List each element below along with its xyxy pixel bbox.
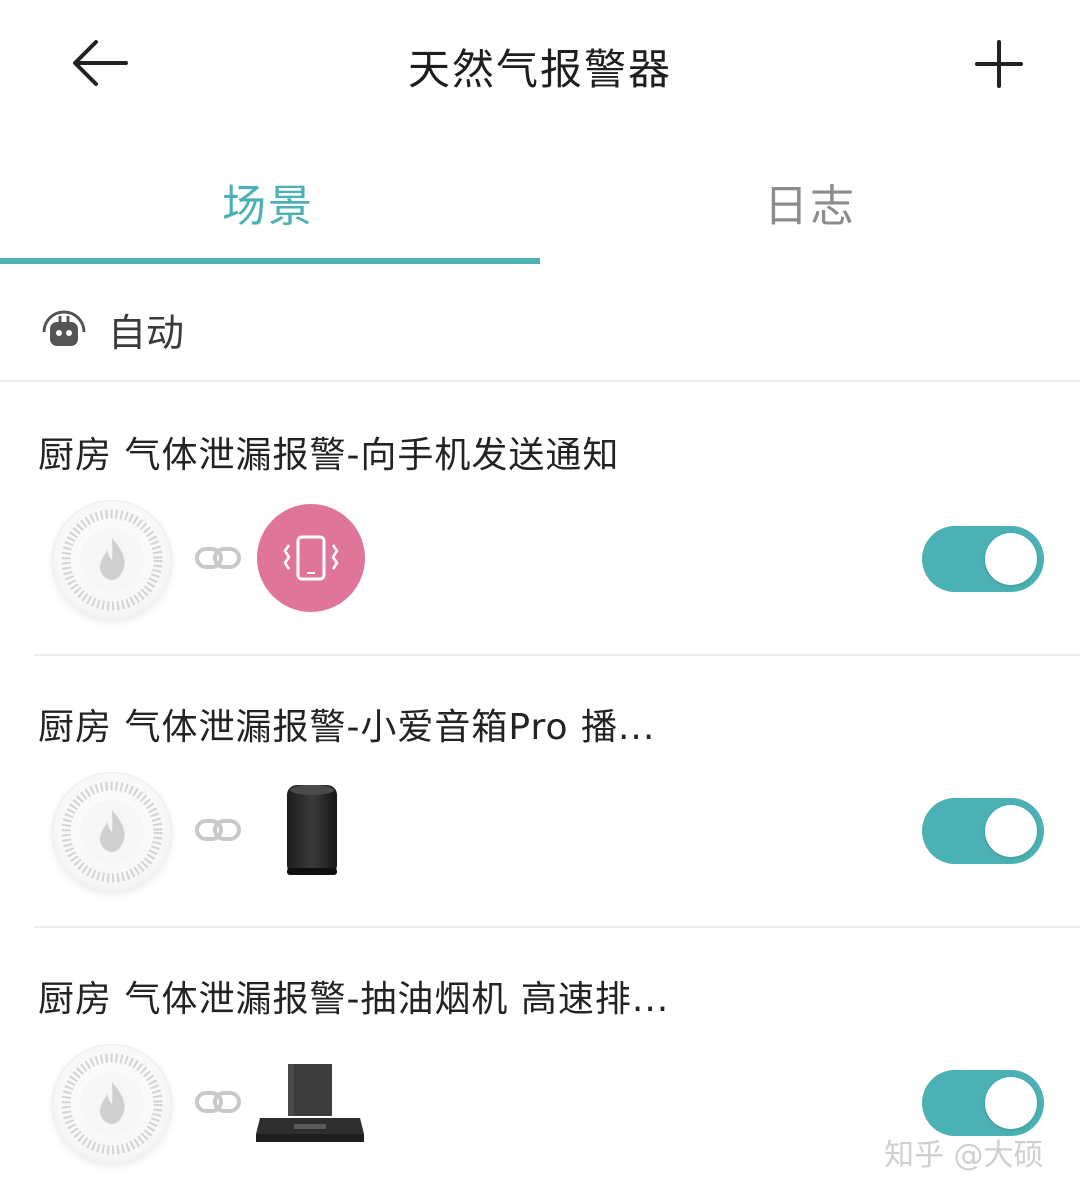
scene-divider	[34, 654, 1080, 656]
link-icon	[195, 819, 241, 841]
scene-toggle[interactable]	[922, 526, 1044, 592]
active-tab-indicator	[0, 258, 540, 264]
scene-toggle[interactable]	[922, 1070, 1044, 1136]
section-divider	[0, 380, 1080, 382]
tab-scenes[interactable]: 场景	[222, 170, 314, 234]
robot-icon	[42, 310, 86, 346]
scene-divider	[34, 926, 1080, 928]
scene-toggle[interactable]	[922, 798, 1044, 864]
phone-vibrate-icon	[257, 504, 365, 612]
tab-logs[interactable]: 日志	[764, 170, 856, 234]
tab-bar: 场景 日志	[0, 150, 1080, 270]
add-scene-button[interactable]	[964, 30, 1034, 100]
link-icon	[195, 1091, 241, 1113]
watermark: 知乎 @大硕	[884, 1138, 1044, 1173]
range-hood-icon	[256, 1064, 364, 1142]
scene-title: 厨房 气体泄漏报警-小爱音箱Pro 播...	[38, 707, 656, 748]
automation-section-header: 自动	[0, 282, 1080, 380]
scene-title: 厨房 气体泄漏报警-抽油烟机 高速排...	[38, 979, 670, 1020]
toggle-knob	[985, 805, 1037, 857]
section-label: 自动	[108, 311, 185, 355]
app-header: 天然气报警器	[0, 0, 1080, 130]
gas-sensor-icon	[52, 772, 172, 892]
gas-sensor-icon	[52, 1044, 172, 1164]
gas-sensor-icon	[52, 500, 172, 620]
toggle-knob	[985, 533, 1037, 585]
smart-speaker-icon	[287, 785, 337, 875]
scene-title: 厨房 气体泄漏报警-向手机发送通知	[38, 435, 620, 476]
link-icon	[195, 547, 241, 569]
toggle-knob	[985, 1077, 1037, 1129]
plus-icon	[975, 40, 1023, 88]
page-title: 天然气报警器	[407, 45, 672, 94]
